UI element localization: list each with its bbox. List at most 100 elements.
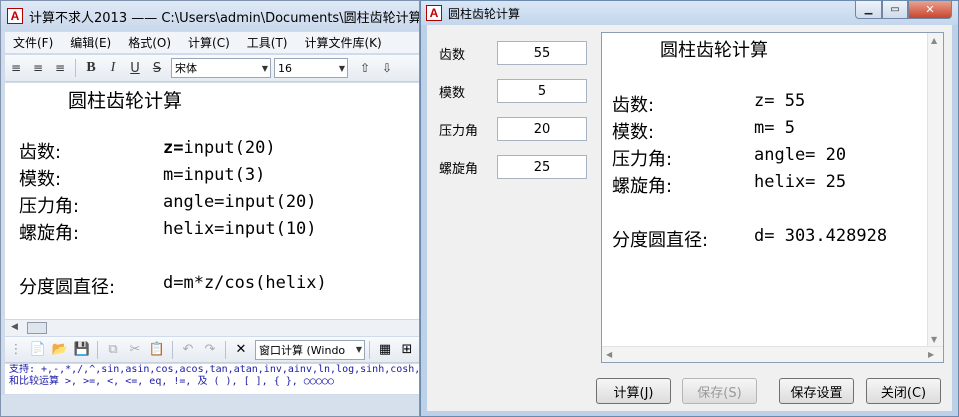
function-help-text: 支持: +,-,*,/,^,sin,asin,cos,acos,tan,atan…: [5, 364, 420, 394]
underline-icon[interactable]: U: [124, 57, 146, 79]
redo-icon[interactable]: ↷: [200, 340, 220, 360]
clear-icon[interactable]: ✕: [231, 340, 251, 360]
table-icon[interactable]: ⊞: [397, 340, 417, 360]
editor-bottom-edge: [1, 395, 419, 416]
toolbar-separator: [225, 340, 226, 359]
align-right-icon[interactable]: ≡: [49, 57, 71, 79]
toolbar-separator: [369, 340, 370, 359]
document-line-code-text: input(20): [183, 138, 276, 158]
document-line-code: angle=input(20): [163, 192, 317, 212]
document-line-code: m=input(3): [163, 165, 266, 185]
menu-calculate[interactable]: 计算(C): [180, 34, 239, 51]
bold-icon[interactable]: B: [80, 57, 102, 79]
document-line-code-bold: z=: [163, 138, 184, 158]
save-icon[interactable]: 💾: [72, 340, 92, 360]
editor-horizontal-scrollbar[interactable]: ◀: [5, 319, 419, 336]
result-value: angle= 20: [754, 145, 847, 165]
document-line-code: helix=input(10): [163, 219, 317, 239]
field-label: 模数: [439, 85, 466, 101]
editor-title: 计算不求人2013 —— C:\Users\admin\Documents\圆柱…: [29, 10, 420, 26]
maximize-icon[interactable]: ▭: [882, 1, 908, 19]
scroll-right-icon[interactable]: ▶: [928, 350, 934, 359]
result-label: 螺旋角:: [612, 176, 673, 197]
result-vertical-scrollbar[interactable]: ▲ ▼: [927, 33, 943, 347]
editor-menu-bar: 文件(F) 编辑(E) 格式(O) 计算(C) 工具(T) 计算文件库(K): [5, 32, 419, 54]
close-icon[interactable]: ✕: [908, 1, 952, 19]
cut-icon[interactable]: ✂: [125, 340, 145, 360]
toolbar-grip-icon: ⋮: [9, 342, 23, 357]
teeth-input[interactable]: 55: [497, 41, 587, 65]
copy-icon[interactable]: ⧉: [103, 340, 123, 360]
scroll-down-icon[interactable]: ▼: [931, 335, 937, 344]
result-label: 模数:: [612, 122, 655, 143]
editor-title-bar: A 计算不求人2013 —— C:\Users\admin\Documents\…: [1, 1, 420, 31]
scrollbar-thumb[interactable]: [27, 322, 47, 334]
dialog-title: 圆柱齿轮计算: [448, 6, 521, 21]
module-input[interactable]: 5: [497, 79, 587, 103]
function-help-line: 和比较运算 >, >=, <, <=, eq, !=, 及 ( ), [ ], …: [9, 376, 334, 387]
new-file-icon[interactable]: 📄: [28, 340, 48, 360]
document-area[interactable]: 圆柱齿轮计算 齿数: z=input(20) 模数: m=input(3) 压力…: [5, 83, 419, 319]
menu-format[interactable]: 格式(O): [120, 34, 180, 51]
menu-file[interactable]: 文件(F): [5, 34, 62, 51]
undo-icon[interactable]: ↶: [178, 340, 198, 360]
function-help-line: 支持: +,-,*,/,^,sin,asin,cos,acos,tan,atan…: [9, 364, 420, 375]
result-title: 圆柱齿轮计算: [660, 40, 768, 61]
app-logo-icon: A: [426, 5, 442, 21]
menu-edit[interactable]: 编辑(E): [62, 34, 120, 51]
document-title: 圆柱齿轮计算: [68, 90, 183, 112]
input-row-module: 模数 5: [439, 79, 587, 103]
result-label: 分度圆直径:: [612, 230, 709, 251]
bullet-down-icon[interactable]: ⇩: [376, 57, 398, 79]
font-name-select[interactable]: 宋体 ▼: [171, 58, 271, 78]
save-button[interactable]: 保存(S): [682, 378, 757, 404]
editor-window: A 计算不求人2013 —— C:\Users\admin\Documents\…: [0, 0, 420, 417]
calculator-icon[interactable]: ▦: [375, 340, 395, 360]
scroll-left-icon[interactable]: ◀: [11, 322, 18, 332]
font-size-value: 16: [278, 61, 292, 75]
menu-tools[interactable]: 工具(T): [239, 34, 297, 51]
scroll-left-icon[interactable]: ◀: [606, 350, 612, 359]
open-folder-icon[interactable]: 📂: [50, 340, 70, 360]
minimize-icon[interactable]: ▁: [855, 1, 882, 19]
result-value: m= 5: [754, 118, 795, 138]
result-label: 压力角:: [612, 149, 673, 170]
document-line-label: 齿数:: [19, 142, 62, 163]
font-size-select[interactable]: 16 ▼: [274, 58, 348, 78]
close-button[interactable]: 关闭(C): [866, 378, 941, 404]
result-horizontal-scrollbar[interactable]: ◀ ▶: [602, 346, 943, 362]
calc-mode-select[interactable]: 窗口计算 (Windo ▼: [255, 339, 365, 360]
scroll-up-icon[interactable]: ▲: [931, 36, 937, 45]
chevron-down-icon: ▼: [338, 63, 345, 73]
chevron-down-icon: ▼: [355, 345, 362, 354]
input-row-teeth: 齿数 55: [439, 41, 587, 65]
save-settings-button[interactable]: 保存设置: [779, 378, 854, 404]
window-controls: ▁ ▭ ✕: [855, 1, 952, 19]
format-toolbar: ≡ ≡ ≡ B I U S 宋体 ▼ 16 ▼ ⇧ ⇩: [5, 55, 419, 82]
toolbar-separator: [172, 340, 173, 359]
italic-icon[interactable]: I: [102, 57, 124, 79]
result-pane[interactable]: 圆柱齿轮计算 齿数: z= 55 模数: m= 5 压力角: angle= 20…: [601, 32, 944, 363]
bullet-up-icon[interactable]: ⇧: [354, 57, 376, 79]
strikethrough-icon[interactable]: S: [146, 57, 168, 79]
calc-mode-value: 窗口计算 (Windo: [259, 343, 346, 357]
field-label: 齿数: [439, 47, 466, 63]
app-logo-icon: A: [7, 8, 23, 24]
document-line-code: d=m*z/cos(helix): [163, 273, 327, 293]
field-label: 压力角: [439, 123, 479, 139]
align-left-icon[interactable]: ≡: [5, 57, 27, 79]
result-value: helix= 25: [754, 172, 847, 192]
paste-icon[interactable]: 📋: [147, 340, 167, 360]
helix-angle-input[interactable]: 25: [497, 155, 587, 179]
result-value: z= 55: [754, 91, 806, 111]
align-center-icon[interactable]: ≡: [27, 57, 49, 79]
menu-calc-library[interactable]: 计算文件库(K): [297, 34, 391, 51]
pressure-angle-input[interactable]: 20: [497, 117, 587, 141]
calculate-button[interactable]: 计算(J): [596, 378, 671, 404]
toolbar-separator: [75, 59, 76, 77]
document-line-code: z=input(20): [163, 138, 276, 158]
result-value: d= 303.428928: [754, 226, 888, 246]
input-row-pressure-angle: 压力角 20: [439, 117, 587, 141]
standard-toolbar: ⋮ 📄 📂 💾 ⧉ ✂ 📋 ↶ ↷ ✕ 窗口计算 (Windo ▼ ▦ ⊞: [5, 337, 419, 363]
dialog-client-area: 齿数 55 模数 5 压力角 20 螺旋角 25 圆柱齿轮计算 齿数: z= 5…: [427, 25, 952, 411]
